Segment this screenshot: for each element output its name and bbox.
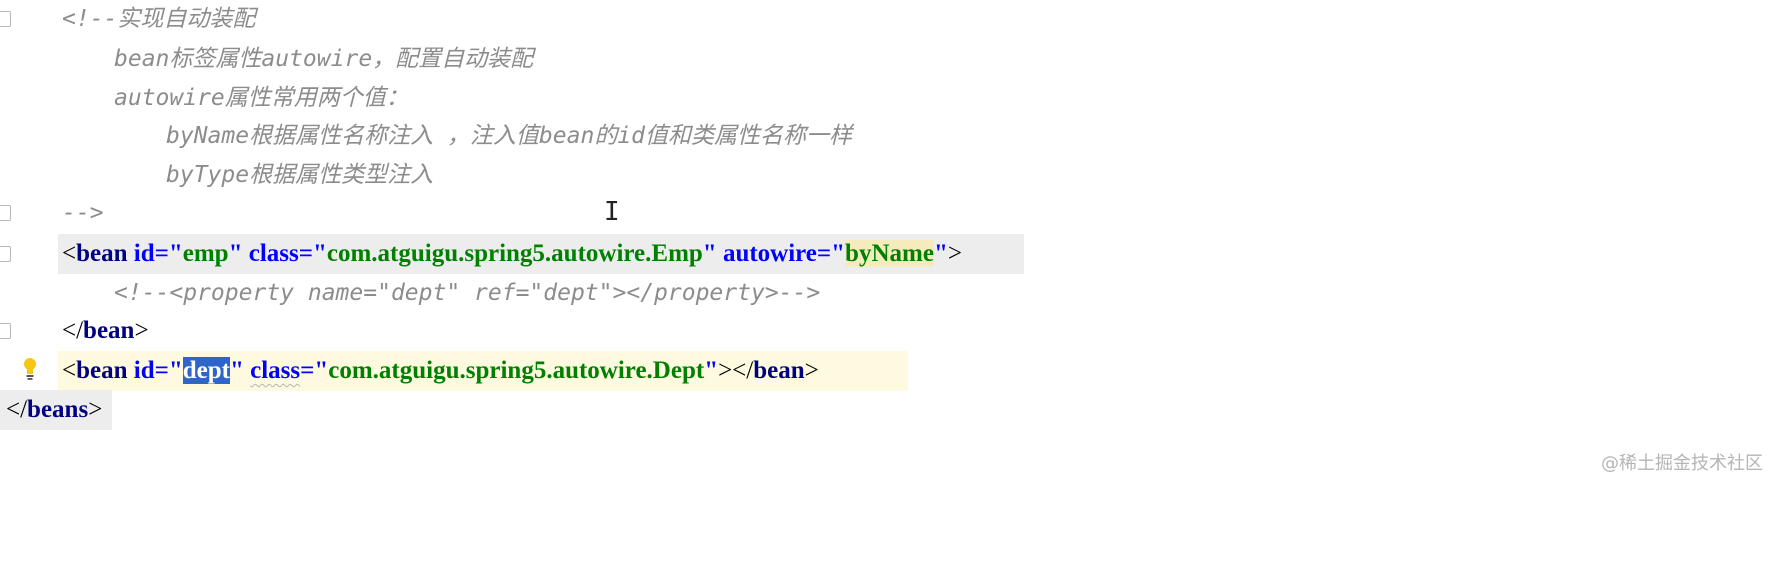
attr-value-highlighted: byName [845,240,934,267]
attr-eq: =" [154,357,183,384]
attr-name: class [248,240,299,267]
comment-text: byName根据属性名称注入 ，注入值bean的id值和类属性名称一样 [166,123,853,149]
tag-bracket: > [134,317,149,344]
attr-eq: =" [154,240,183,267]
code-line-9[interactable]: </bean> [0,309,1779,353]
text-cursor-icon: I [604,197,620,227]
attr-eq: =" [298,240,327,267]
attr-name: autowire [722,240,817,267]
lightbulb-icon[interactable] [22,357,38,381]
fold-marker-icon[interactable] [0,323,11,339]
fold-marker-icon[interactable] [0,246,11,262]
tag-name: beans [27,396,89,423]
comment-text: <!--实现自动装配 [62,6,256,32]
code-line-11[interactable]: </beans> [0,388,1779,432]
beans-close-tag[interactable]: </beans> [6,388,102,432]
tag-bracket: > [947,240,962,267]
attr-name: class [250,357,301,384]
attr-eq: =" [816,240,846,267]
tag-name: bean [76,240,128,267]
attr-eq: =" [300,357,329,384]
attr-quote: " [228,240,243,267]
code-line-6[interactable]: --> [0,191,1779,235]
tag-bracket: < [62,240,77,267]
tag-bracket: > [88,396,103,423]
bean-emp-tag[interactable]: <bean id="emp" class="com.atguigu.spring… [62,232,962,276]
bean-dept-tag[interactable]: <bean id="dept" class="com.atguigu.sprin… [62,349,819,393]
watermark: @稀土掘金技术社区 [1601,453,1763,474]
tag-name: bean [76,357,128,384]
tag-bracket: </ [6,396,28,423]
code-line-7[interactable]: <bean id="emp" class="com.atguigu.spring… [0,232,1779,276]
tag-bracket: > [804,357,819,384]
tag-name: bean [753,357,805,384]
fold-marker-icon[interactable] [0,205,11,221]
code-line-4[interactable]: byName根据属性名称注入 ，注入值bean的id值和类属性名称一样 [0,114,1779,158]
attr-quote: " [229,357,244,384]
bean-close-tag[interactable]: </bean> [62,309,149,353]
attr-value: com.atguigu.spring5.autowire.Emp [326,240,703,267]
attr-name: id [133,357,155,384]
attr-quote: " [704,357,719,384]
attr-quote: " [702,240,717,267]
tag-name: bean [83,317,135,344]
attr-value: emp [182,240,229,267]
tag-bracket: < [62,357,77,384]
selected-text[interactable]: dept [182,357,230,384]
attr-name: id [133,240,155,267]
code-editor[interactable]: <!--实现自动装配 bean标签属性autowire，配置自动装配 autow… [0,0,1779,487]
tag-bracket: </ [62,317,84,344]
code-line-10[interactable]: <bean id="dept" class="com.atguigu.sprin… [0,349,1779,393]
code-line-1[interactable]: <!--实现自动装配 [0,0,1779,41]
attr-value: com.atguigu.spring5.autowire.Dept [328,357,705,384]
comment-text: bean标签属性autowire，配置自动装配 [114,46,534,72]
fold-marker-icon[interactable] [0,11,11,27]
attr-quote: " [933,240,948,267]
tag-bracket: ></ [718,357,754,384]
comment-text: --> [62,200,104,226]
code-line-2[interactable]: bean标签属性autowire，配置自动装配 [0,37,1779,81]
